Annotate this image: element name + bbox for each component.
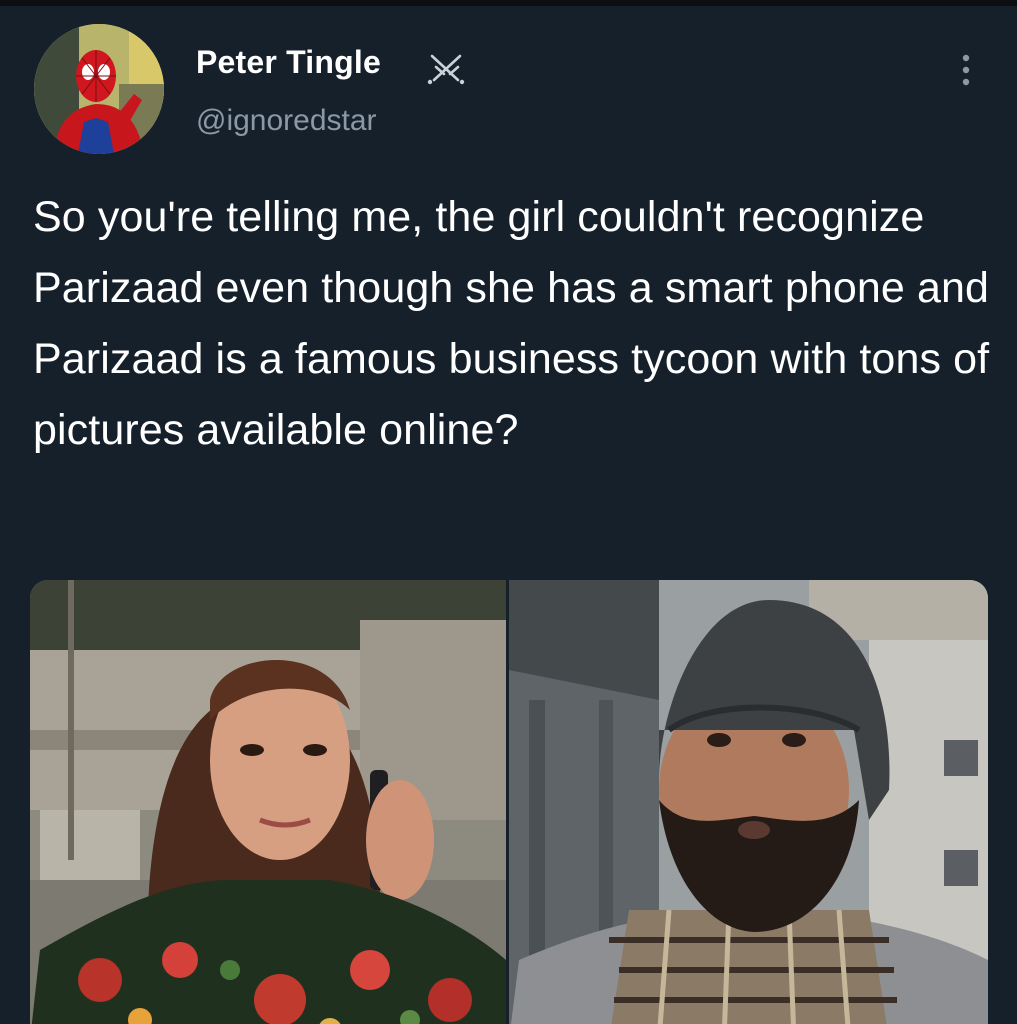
tweet-card: Peter Tingle @ignoredstar So you're tell…: [0, 6, 1017, 1024]
author-avatar[interactable]: [34, 24, 164, 154]
bearded-man-in-beanie-photo[interactable]: [509, 580, 988, 1024]
crossed-swords-icon: [427, 54, 465, 85]
author-display-name[interactable]: Peter Tingle: [196, 44, 381, 81]
spiderman-avatar-icon: [34, 24, 164, 154]
tweet-text: So you're telling me, the girl couldn't …: [33, 193, 990, 454]
more-vertical-icon[interactable]: [952, 50, 980, 90]
tweet-media[interactable]: [30, 580, 988, 1024]
author-handle[interactable]: @ignoredstar: [196, 104, 377, 138]
woman-on-phone-photo[interactable]: [30, 580, 506, 1024]
